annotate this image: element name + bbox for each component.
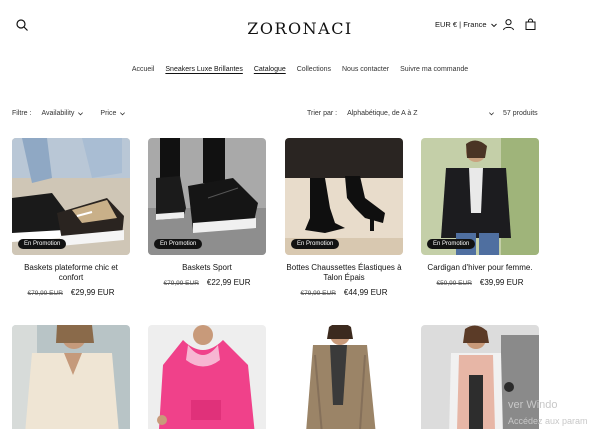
sort-value: Alphabétique, de A à Z [347, 110, 418, 117]
sale-price: €22,99 EUR [206, 278, 251, 287]
compare-price: €79,99 EUR [27, 290, 63, 297]
chevron-down-icon [120, 112, 126, 116]
bag-icon[interactable] [524, 18, 537, 31]
product-image[interactable] [148, 325, 266, 429]
activation-watermark: ver Windo Accédez aux param [508, 397, 588, 429]
currency-selector[interactable]: EUR € | France [435, 20, 498, 29]
product-title[interactable]: Baskets plateforme chic et confort [12, 263, 130, 283]
product-card[interactable] [148, 325, 266, 429]
sale-badge: En Promotion [291, 239, 340, 249]
product-card[interactable]: En Promotion Baskets Sport €79,99 EUR €2… [148, 138, 266, 287]
product-image[interactable]: En Promotion [148, 138, 266, 255]
product-image[interactable]: En Promotion [12, 138, 130, 255]
sort-control: Trier par : Alphabétique, de A à Z [307, 110, 495, 117]
main-nav: Accueil Sneakers Luxe Brillantes Catalog… [0, 66, 600, 73]
product-card[interactable]: En Promotion Cardigan d'hiver pour femme… [421, 138, 539, 287]
product-image[interactable]: En Promotion [285, 138, 403, 255]
nav-item-collections[interactable]: Collections [297, 66, 331, 73]
filter-label: Filtre : [12, 110, 32, 117]
chevron-down-icon [490, 23, 497, 27]
product-title[interactable]: Cardigan d'hiver pour femme. [421, 263, 539, 273]
product-prices: €79,99 EUR €44,99 EUR [285, 288, 403, 297]
product-prices: €79,99 EUR €22,99 EUR [148, 278, 266, 287]
price-label: Price [100, 110, 117, 117]
product-card[interactable] [12, 325, 130, 429]
sale-price: €29,99 EUR [70, 288, 115, 297]
sale-badge: En Promotion [427, 239, 476, 249]
chevron-down-icon [489, 112, 495, 116]
nav-item-contact[interactable]: Nous contacter [342, 66, 389, 73]
product-card[interactable] [285, 325, 403, 429]
sale-badge: En Promotion [18, 239, 67, 249]
user-icon[interactable] [502, 18, 515, 31]
chevron-down-icon [78, 112, 84, 116]
filter-bar: Filtre : Availability Price [12, 110, 142, 117]
nav-item-sneakers[interactable]: Sneakers Luxe Brillantes [165, 66, 242, 73]
product-image[interactable] [12, 325, 130, 429]
product-image[interactable]: En Promotion [421, 138, 539, 255]
product-card[interactable]: En Promotion Bottes Chaussettes Élastiqu… [285, 138, 403, 297]
product-prices: €59,99 EUR €39,99 EUR [421, 278, 539, 287]
availability-filter[interactable]: Availability [41, 110, 84, 117]
nav-item-track-order[interactable]: Suivre ma commande [400, 66, 468, 73]
product-title[interactable]: Baskets Sport [148, 263, 266, 273]
sale-price: €44,99 EUR [343, 288, 388, 297]
currency-label: EUR € | France [435, 20, 487, 29]
sort-select[interactable]: Alphabétique, de A à Z [347, 110, 495, 117]
watermark-line-1: ver Windo [508, 399, 558, 411]
site-header: ZORONACI EUR € | France [0, 0, 600, 56]
product-prices: €79,99 EUR €29,99 EUR [12, 288, 130, 297]
sort-label: Trier par : [307, 110, 338, 117]
product-image[interactable] [285, 325, 403, 429]
sale-badge: En Promotion [154, 239, 203, 249]
compare-price: €79,99 EUR [300, 290, 336, 297]
compare-price: €79,99 EUR [163, 280, 199, 287]
product-count: 57 produits [503, 110, 538, 117]
compare-price: €59,99 EUR [436, 280, 472, 287]
availability-label: Availability [41, 110, 75, 117]
watermark-line-2: Accédez aux param [508, 416, 588, 426]
product-title[interactable]: Bottes Chaussettes Élastiques à Talon Ép… [285, 263, 403, 283]
price-filter[interactable]: Price [100, 110, 126, 117]
sale-price: €39,99 EUR [479, 278, 524, 287]
product-card[interactable]: En Promotion Baskets plateforme chic et … [12, 138, 130, 297]
nav-item-accueil[interactable]: Accueil [132, 66, 155, 73]
nav-item-catalogue[interactable]: Catalogue [254, 66, 286, 73]
